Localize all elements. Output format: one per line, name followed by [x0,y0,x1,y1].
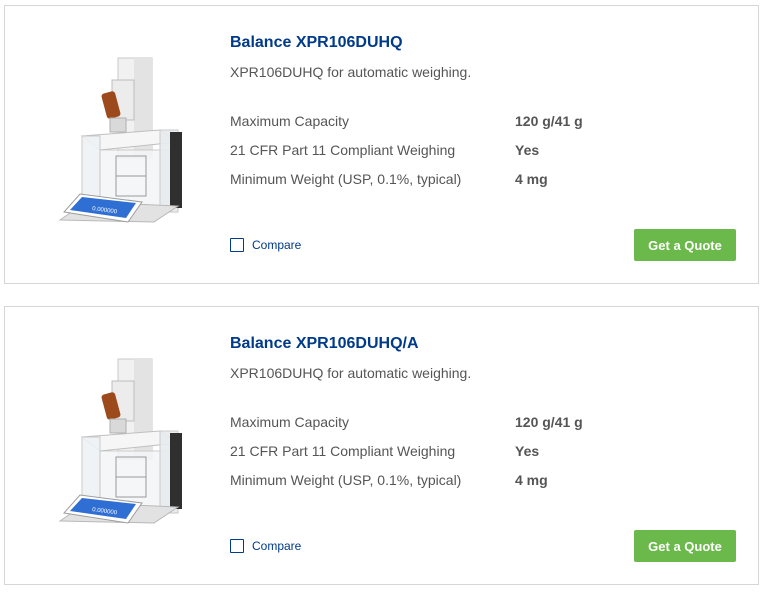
spec-label: Minimum Weight (USP, 0.1%, typical) [230,472,462,488]
balance-product-image[interactable]: 0.000000 [50,52,190,232]
balance-product-image[interactable]: 0.000000 [50,353,190,533]
spec-label: 21 CFR Part 11 Compliant Weighing [230,443,456,459]
spec-value: 4 mg [515,171,548,187]
spec-value: 4 mg [515,472,548,488]
spec-value: 120 g/41 g [515,113,583,129]
spec-label: Maximum Capacity [230,414,350,430]
spec-row-min-weight: Minimum Weight (USP, 0.1%, typical) 4 mg [230,171,650,191]
spec-value: Yes [515,443,540,459]
compare-label[interactable]: Compare [252,539,301,553]
spec-row-max-capacity: Maximum Capacity 120 g/41 g [230,113,650,133]
spec-label: Minimum Weight (USP, 0.1%, typical) [230,171,462,187]
compare-label[interactable]: Compare [252,238,301,252]
spec-value: 120 g/41 g [515,414,583,430]
get-a-quote-button[interactable]: Get a Quote [634,229,736,261]
product-title[interactable]: Balance XPR106DUHQ [230,34,403,52]
get-a-quote-button[interactable]: Get a Quote [634,530,736,562]
compare-checkbox[interactable] [230,238,244,252]
product-subtitle: XPR106DUHQ for automatic weighing. [230,64,472,80]
product-card: 0.000000 Balance XPR106DUHQ XPR106DUHQ f… [4,5,759,284]
spec-row-cfr-compliance: 21 CFR Part 11 Compliant Weighing Yes [230,142,650,162]
product-subtitle: XPR106DUHQ for automatic weighing. [230,365,472,381]
product-card: 0.000000 Balance XPR106DUHQ/A XPR106DUHQ… [4,306,759,585]
compare-checkbox[interactable] [230,539,244,553]
spec-label: 21 CFR Part 11 Compliant Weighing [230,142,456,158]
spec-row-cfr-compliance: 21 CFR Part 11 Compliant Weighing Yes [230,443,650,463]
spec-label: Maximum Capacity [230,113,350,129]
spec-row-min-weight: Minimum Weight (USP, 0.1%, typical) 4 mg [230,472,650,492]
spec-row-max-capacity: Maximum Capacity 120 g/41 g [230,414,650,434]
spec-value: Yes [515,142,540,158]
product-title[interactable]: Balance XPR106DUHQ/A [230,335,419,353]
